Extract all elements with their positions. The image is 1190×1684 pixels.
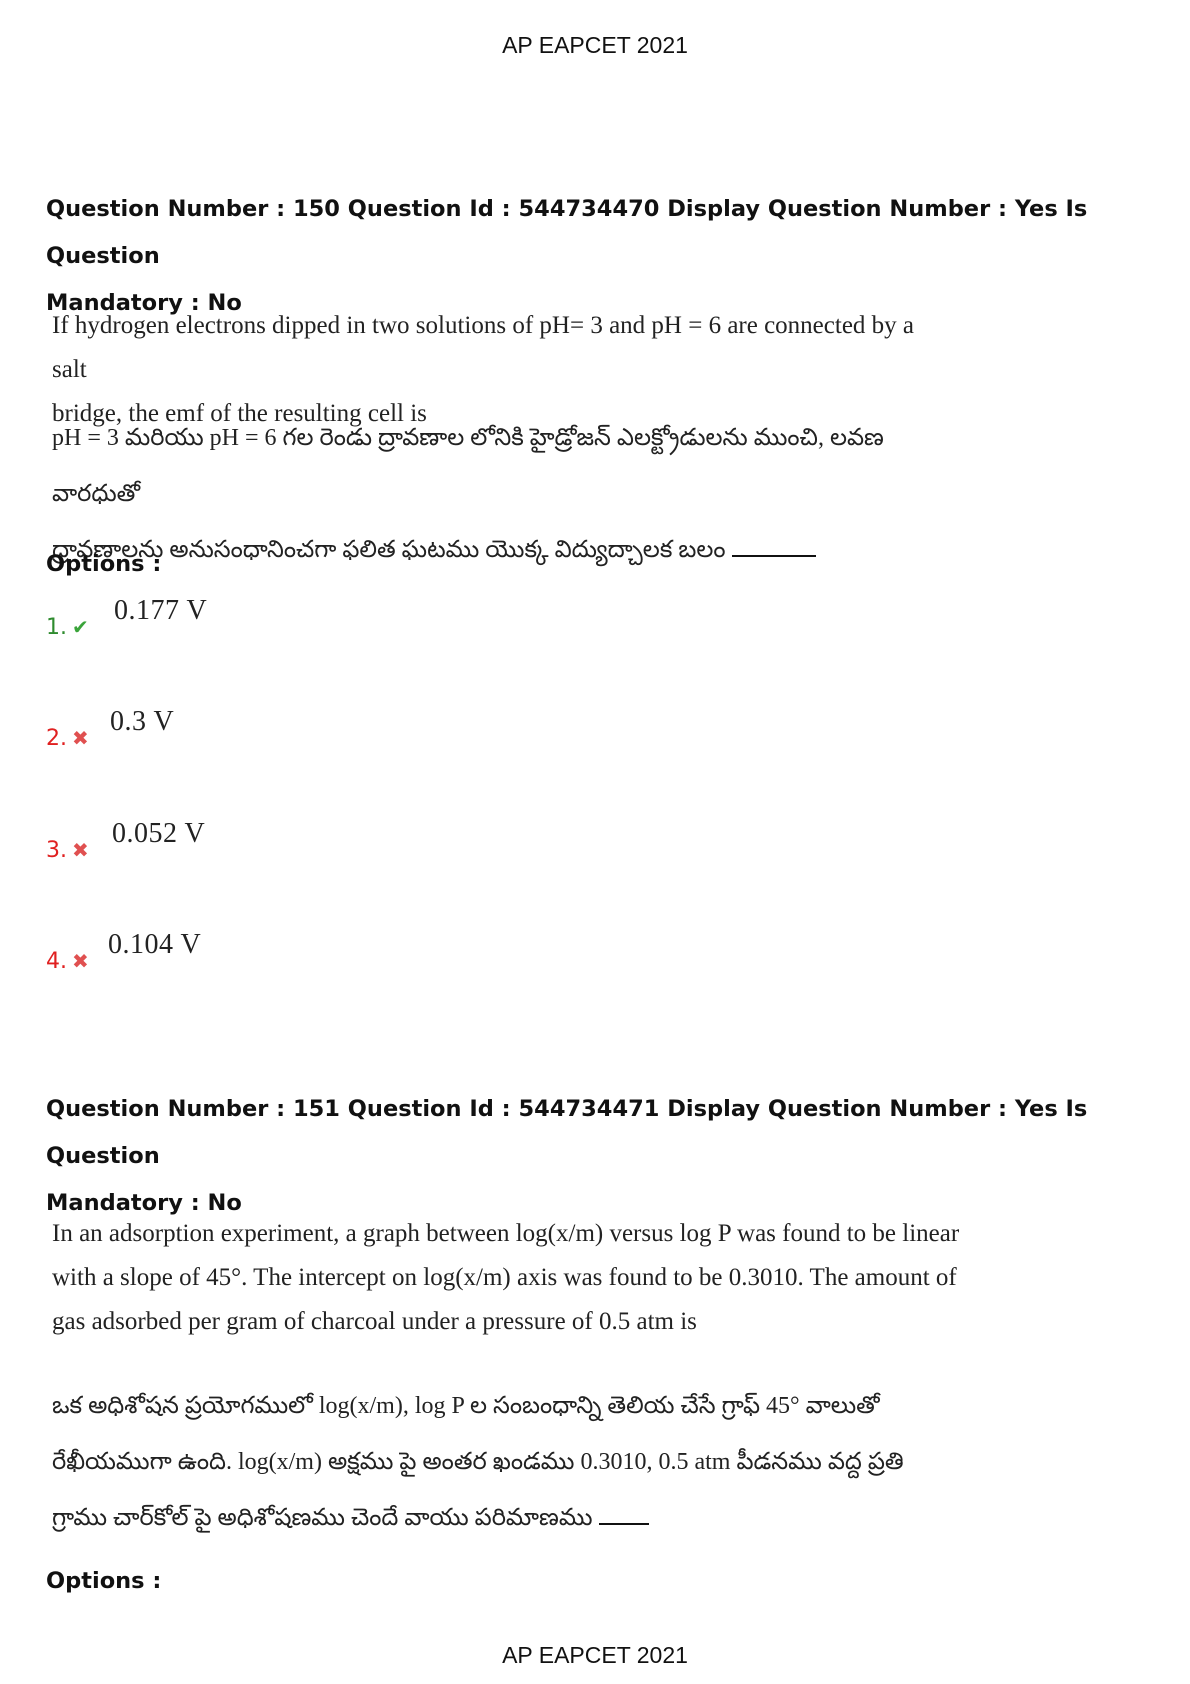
option-3: 3. ✖ 0.052 V xyxy=(46,818,446,868)
question-text-line: gas adsorbed per gram of charcoal under … xyxy=(52,1308,697,1335)
question-text-line: pH = 3 మరియు pH = 6 గల రెండు ద్రావణాల లో… xyxy=(52,425,884,507)
option-2: 2. ✖ 0.3 V xyxy=(46,706,446,756)
answer-blank xyxy=(731,554,816,557)
question-text-line: In an adsorption experiment, a graph bet… xyxy=(52,1220,960,1247)
question-text-telugu: pH = 3 మరియు pH = 6 గల రెండు ద్రావణాల లో… xyxy=(52,410,952,578)
question-text-line: with a slope of 45°. The intercept on lo… xyxy=(52,1264,957,1291)
cross-icon: ✖ xyxy=(72,838,89,862)
question-text-line: If hydrogen electrons dipped in two solu… xyxy=(52,312,915,383)
question-meta-line: Question Number : 151 Question Id : 5447… xyxy=(46,1096,1088,1169)
question-text-english: In an adsorption experiment, a graph bet… xyxy=(52,1212,972,1344)
question-meta: Question Number : 151 Question Id : 5447… xyxy=(46,1086,1156,1227)
option-value: 0.052 V xyxy=(112,818,206,849)
option-value: 0.104 V xyxy=(108,929,202,960)
cross-icon: ✖ xyxy=(72,949,89,973)
option-1: 1. ✔ 0.177 V xyxy=(46,595,446,645)
options-label: Options : xyxy=(46,1568,162,1594)
check-icon: ✔ xyxy=(72,615,89,639)
option-number: 4. xyxy=(46,949,67,974)
option-number: 2. xyxy=(46,726,67,751)
question-text-telugu: ఒక అధిశోషన ప్రయోగములో log(x/m), log P ల … xyxy=(52,1378,952,1546)
question-text-line: ద్రావణాలను అనుసంధానించగా ఫలిత ఘటము యొక్క… xyxy=(52,522,952,578)
page-header: AP EAPCET 2021 xyxy=(502,32,688,58)
option-number: 1. xyxy=(46,615,67,640)
option-4: 4. ✖ 0.104 V xyxy=(46,929,446,979)
question-meta-line: Question Number : 150 Question Id : 5447… xyxy=(46,196,1088,269)
option-value: 0.177 V xyxy=(114,595,208,626)
question-text-line: గ్రాము చార్‌కోల్ పై అధిశోషణము చెందే వాయు… xyxy=(52,1490,952,1546)
option-number: 3. xyxy=(46,838,67,863)
question-text-line: ఒక అధిశోషన ప్రయోగములో log(x/m), log P ల … xyxy=(52,1393,880,1419)
question-text-line: రేఖీయముగా ఉంది. log(x/m) అక్షము పై అంతర … xyxy=(52,1449,904,1475)
option-value: 0.3 V xyxy=(110,706,175,737)
answer-blank xyxy=(598,1522,649,1525)
page-footer: AP EAPCET 2021 xyxy=(502,1642,688,1668)
cross-icon: ✖ xyxy=(72,726,89,750)
options-label: Options : xyxy=(46,551,162,577)
